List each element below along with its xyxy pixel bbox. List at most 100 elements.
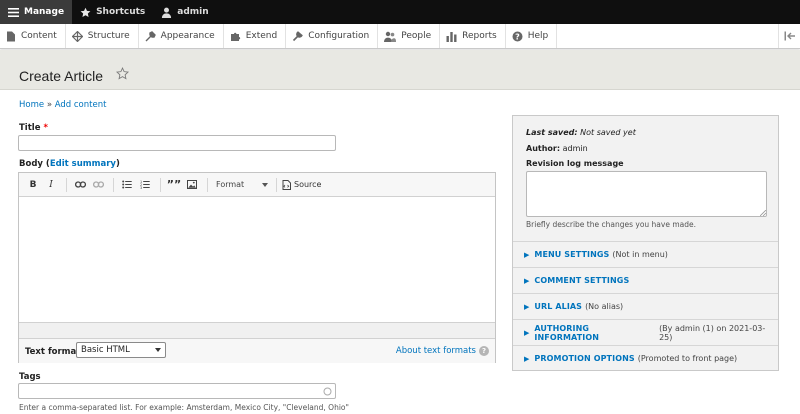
blockquote-button[interactable]: ”” — [166, 177, 182, 193]
text-format-select[interactable]: Basic HTML — [76, 342, 166, 358]
hamburger-icon — [8, 7, 19, 17]
svg-text:?: ? — [515, 32, 520, 41]
title-input[interactable] — [18, 135, 336, 151]
menu-label: Extend — [245, 31, 278, 41]
numbered-list-button[interactable]: 123 — [137, 177, 153, 193]
bulleted-list-icon — [122, 180, 132, 189]
puzzle-icon — [230, 32, 240, 41]
menu-label: Structure — [87, 31, 130, 41]
source-label: Source — [294, 180, 322, 189]
section-summary: (Not in menu) — [612, 250, 668, 259]
text-format-value: Basic HTML — [81, 345, 130, 355]
image-icon — [187, 180, 197, 189]
user-icon — [162, 7, 172, 18]
menu-item-extend[interactable]: Extend — [224, 24, 287, 48]
body-editor: B I 123 ”” Format Source Text format Bas… — [18, 172, 496, 363]
tags-input[interactable] — [18, 383, 336, 399]
manage-tab[interactable]: Manage — [0, 0, 73, 24]
toolbar-divider — [207, 177, 208, 192]
manage-label: Manage — [24, 7, 65, 17]
add-shortcut-star-icon[interactable] — [116, 67, 129, 80]
menu-settings-toggle[interactable]: ▶ MENU SETTINGS (Not in menu) — [513, 241, 778, 267]
star-icon — [80, 7, 91, 17]
body-editing-area[interactable] — [19, 197, 495, 322]
section-title: AUTHORING INFORMATION — [534, 323, 600, 342]
required-marker: * — [43, 123, 48, 133]
url-alias-toggle[interactable]: ▶ URL ALIAS (No alias) — [513, 293, 778, 319]
section-summary: (By admin (1) on 2021-03-25) — [659, 323, 766, 342]
format-dropdown[interactable]: Format — [213, 177, 271, 193]
expand-triangle-icon: ▶ — [524, 250, 530, 259]
italic-button[interactable]: I — [43, 177, 59, 193]
breadcrumb-add-content[interactable]: Add content — [55, 100, 107, 110]
toolbar-divider — [66, 177, 67, 192]
image-button[interactable] — [184, 177, 200, 193]
bold-button[interactable]: B — [25, 177, 41, 193]
autocomplete-throbber-icon — [323, 387, 332, 396]
help-icon: ? — [512, 31, 523, 41]
section-summary: (Promoted to front page) — [637, 354, 738, 363]
revision-log-textarea[interactable] — [526, 171, 767, 217]
page-header: Create Article — [0, 50, 800, 90]
title-label-text: Title — [19, 123, 41, 133]
menu-item-content[interactable]: Content — [0, 24, 66, 48]
body-label: Body (Edit summary) — [19, 159, 120, 169]
menu-item-help[interactable]: ? Help — [506, 24, 558, 48]
menu-item-appearance[interactable]: Appearance — [139, 24, 224, 48]
promotion-options-toggle[interactable]: ▶ PROMOTION OPTIONS (Promoted to front p… — [513, 345, 778, 371]
dropdown-arrow-icon — [262, 182, 268, 187]
expand-triangle-icon: ▶ — [524, 354, 530, 363]
numbered-list-icon: 123 — [140, 180, 150, 189]
collapse-left-icon — [784, 31, 795, 41]
user-label: admin — [177, 7, 209, 17]
comment-settings-toggle[interactable]: ▶ COMMENT SETTINGS — [513, 267, 778, 293]
people-icon — [384, 31, 397, 42]
expand-triangle-icon: ▶ — [524, 302, 530, 311]
last-saved-label: Last saved: — [526, 128, 578, 137]
menu-item-people[interactable]: People — [378, 24, 441, 48]
format-dropdown-label: Format — [216, 180, 245, 189]
shortcuts-tab[interactable]: Shortcuts — [72, 0, 153, 24]
editor-toolbar: B I 123 ”” Format Source — [19, 173, 495, 197]
toolbar-orientation-toggle[interactable] — [778, 24, 800, 48]
menu-item-structure[interactable]: Structure — [66, 24, 139, 48]
user-tab[interactable]: admin — [153, 0, 216, 24]
question-icon: ? — [479, 346, 489, 356]
unlink-icon — [92, 181, 104, 188]
section-title: PROMOTION OPTIONS — [534, 354, 635, 363]
expand-triangle-icon: ▶ — [524, 276, 530, 285]
edit-summary-link[interactable]: Edit summary — [50, 159, 116, 169]
shortcuts-label: Shortcuts — [96, 7, 146, 17]
resize-grip-icon[interactable] — [760, 210, 766, 216]
toolbar-divider — [113, 177, 114, 192]
source-button[interactable]: Source — [282, 179, 322, 190]
menu-item-configuration[interactable]: Configuration — [286, 24, 379, 48]
menu-item-reports[interactable]: Reports — [440, 24, 506, 48]
tags-label: Tags — [19, 372, 41, 382]
breadcrumb-separator: » — [46, 100, 53, 110]
edit-summary-close-paren: ) — [115, 159, 120, 169]
breadcrumb: Home » Add content — [19, 100, 106, 110]
breadcrumb-home[interactable]: Home — [19, 100, 44, 110]
wrench-icon — [293, 30, 304, 41]
wrench-brush-icon — [145, 30, 156, 41]
author-label: Author: — [526, 144, 561, 153]
bulleted-list-button[interactable] — [119, 177, 135, 193]
about-text-formats-label: About text formats — [395, 346, 476, 356]
link-button[interactable] — [72, 177, 88, 193]
select-arrow-icon — [155, 348, 161, 352]
about-text-formats-link[interactable]: About text formats ? — [396, 346, 489, 356]
menu-label: Content — [21, 31, 57, 41]
unlink-button[interactable] — [90, 177, 106, 193]
author-value: admin — [562, 144, 588, 153]
author-line: Author: admin — [526, 144, 588, 153]
authoring-information-toggle[interactable]: ▶ AUTHORING INFORMATION (By admin (1) on… — [513, 319, 778, 345]
section-title: COMMENT SETTINGS — [534, 276, 630, 285]
svg-text:3: 3 — [140, 186, 142, 189]
toolbar-divider — [160, 177, 161, 192]
menu-label: Help — [527, 31, 549, 41]
page-icon — [7, 31, 15, 41]
expand-triangle-icon: ▶ — [524, 328, 530, 337]
revision-log-help: Briefly describe the changes you have ma… — [526, 220, 697, 229]
text-format-label: Text format — [25, 347, 81, 357]
